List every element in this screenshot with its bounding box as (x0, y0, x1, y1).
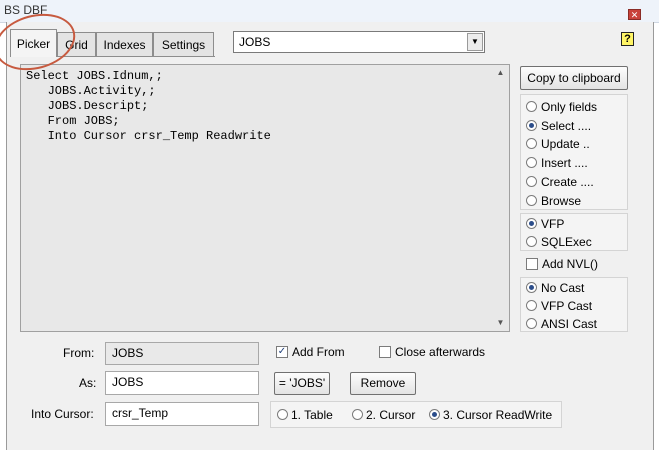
radio-browse-label: Browse (541, 194, 582, 208)
radio-only-fields-label: Only fields (541, 100, 598, 114)
radio-cursor-readwrite-label: 3. Cursor ReadWrite (443, 408, 553, 422)
radio-insert-circle[interactable] (526, 157, 537, 168)
radio-create-label: Create .... (541, 175, 594, 189)
radio-ansi-cast-circle[interactable] (526, 318, 537, 329)
sql-line: Into Cursor crsr_Temp Readwrite (26, 129, 271, 143)
remove-label: Remove (360, 376, 406, 390)
into-cursor-field[interactable]: crsr_Temp (105, 402, 259, 426)
radio-no-cast-circle[interactable] (526, 282, 537, 293)
sql-editor[interactable]: Select JOBS.Idnum,; JOBS.Activity,; JOBS… (20, 64, 510, 332)
editor-scrollbar[interactable]: ▲ ▼ (492, 65, 509, 331)
sql-line: JOBS.Activity,; (26, 84, 156, 98)
radio-ansi-cast-label: ANSI Cast (541, 317, 598, 331)
close-afterwards-box[interactable] (379, 346, 391, 358)
from-field[interactable]: JOBS (105, 342, 259, 365)
as-label: As: (79, 376, 97, 390)
tab-indexes[interactable]: Indexes (96, 32, 153, 56)
radio-sqlexec-label: SQLExec (541, 235, 592, 249)
radio-vfp-cast-label: VFP Cast (541, 299, 593, 313)
table-select[interactable]: JOBS ▼ (233, 31, 485, 53)
add-from-label: Add From (292, 345, 345, 359)
scroll-up-icon[interactable]: ▲ (492, 68, 509, 77)
radio-sqlexec-circle[interactable] (526, 236, 537, 247)
radio-no-cast-label: No Cast (541, 281, 585, 295)
tab-settings-label: Settings (161, 38, 206, 52)
help-label: ? (624, 33, 631, 45)
radio-browse-circle[interactable] (526, 195, 537, 206)
sql-line: JOBS.Descript; (26, 99, 149, 113)
chevron-down-icon[interactable]: ▼ (467, 33, 483, 51)
tab-indexes-label: Indexes (103, 38, 146, 52)
radio-create-circle[interactable] (526, 176, 537, 187)
as-field[interactable]: JOBS (105, 371, 259, 395)
radio-table-label: 1. Table (291, 408, 333, 422)
radio-update-label: Update .. (541, 137, 590, 151)
table-select-value: JOBS (239, 35, 271, 49)
radio-insert-label: Insert .... (541, 156, 588, 170)
copy-button-label: Copy to clipboard (527, 71, 621, 85)
help-icon[interactable]: ? (621, 32, 634, 46)
add-nvl-label: Add NVL() (542, 257, 599, 271)
into-cursor-label: Into Cursor: (31, 407, 94, 421)
sql-line: Select JOBS.Idnum,; (26, 69, 163, 83)
into-cursor-value: crsr_Temp (112, 406, 169, 420)
radio-vfp-circle[interactable] (526, 218, 537, 229)
from-label: From: (63, 346, 95, 360)
add-nvl-box[interactable] (526, 258, 538, 270)
radio-select-label: Select .... (541, 119, 592, 133)
remove-button[interactable]: Remove (350, 372, 416, 395)
scroll-down-icon[interactable]: ▼ (492, 318, 509, 327)
radio-vfp-label: VFP (541, 217, 565, 231)
close-icon[interactable]: ✕ (628, 9, 641, 20)
radio-update-circle[interactable] (526, 138, 537, 149)
close-afterwards-label: Close afterwards (395, 345, 486, 359)
tab-settings[interactable]: Settings (153, 32, 214, 56)
radio-cursor-readwrite-circle[interactable] (429, 409, 440, 420)
assign-alias-button[interactable]: = 'JOBS' (274, 372, 330, 395)
sql-line: From JOBS; (26, 114, 120, 128)
copy-to-clipboard-button[interactable]: Copy to clipboard (520, 66, 628, 90)
title-bar: BS DBF ✕ (0, 0, 659, 23)
radio-only-fields-circle[interactable] (526, 101, 537, 112)
radio-vfp-cast-circle[interactable] (526, 300, 537, 311)
as-value: JOBS (112, 375, 144, 389)
radio-cursor-circle[interactable] (352, 409, 363, 420)
radio-select-circle[interactable] (526, 120, 537, 131)
radio-table-circle[interactable] (277, 409, 288, 420)
radio-cursor-label: 2. Cursor (366, 408, 416, 422)
from-value: JOBS (112, 346, 144, 360)
assign-alias-label: = 'JOBS' (278, 376, 326, 390)
add-from-box[interactable]: ✓ (276, 346, 288, 358)
